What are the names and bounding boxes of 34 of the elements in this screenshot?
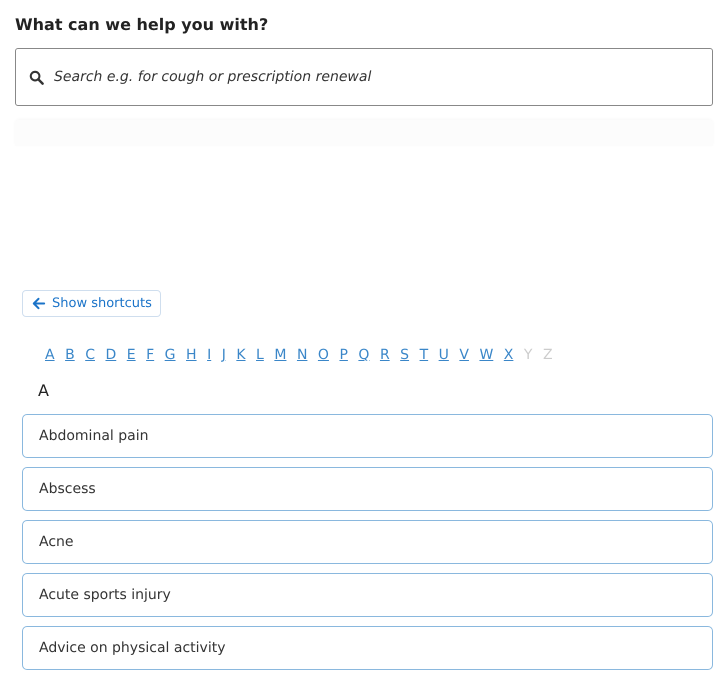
- letter-link[interactable]: G: [164, 347, 176, 363]
- letter-link[interactable]: M: [274, 347, 286, 363]
- show-shortcuts-button[interactable]: Show shortcuts: [22, 290, 161, 317]
- letter-link[interactable]: L: [256, 347, 264, 363]
- letter-link[interactable]: T: [420, 347, 428, 363]
- letter-link[interactable]: K: [236, 347, 246, 363]
- letter-link[interactable]: C: [85, 347, 95, 363]
- letter-link[interactable]: O: [318, 347, 329, 363]
- letter-link[interactable]: Q: [358, 347, 370, 363]
- topic-item[interactable]: Abdominal pain: [22, 414, 713, 458]
- letter-link[interactable]: R: [380, 347, 390, 363]
- letter-link[interactable]: W: [479, 347, 494, 363]
- topic-item[interactable]: Acute sports injury: [22, 573, 713, 617]
- topic-item[interactable]: Acne: [22, 520, 713, 564]
- letter-link[interactable]: H: [186, 347, 197, 363]
- topic-item[interactable]: Abscess: [22, 467, 713, 511]
- letter-link[interactable]: V: [459, 347, 469, 363]
- letter-link[interactable]: F: [146, 347, 154, 363]
- letter-link[interactable]: J: [222, 347, 226, 363]
- letter-link[interactable]: I: [207, 347, 212, 363]
- letter-link[interactable]: X: [504, 347, 514, 363]
- search-field[interactable]: Search e.g. for cough or prescription renewal: [15, 48, 713, 106]
- section-letter: A: [38, 381, 50, 400]
- topic-item[interactable]: Advice on physical activity: [22, 626, 713, 670]
- letter-link[interactable]: U: [438, 347, 449, 363]
- letter-link[interactable]: E: [126, 347, 136, 363]
- arrow-left-icon: [31, 296, 46, 311]
- letter-link[interactable]: A: [45, 347, 55, 363]
- page-heading: What can we help you with?: [15, 14, 270, 36]
- letter-link[interactable]: N: [296, 347, 308, 363]
- letter-link[interactable]: S: [400, 347, 410, 363]
- letter-link[interactable]: P: [339, 347, 348, 363]
- letter-link[interactable]: B: [65, 347, 75, 363]
- letter-link[interactable]: D: [105, 347, 116, 363]
